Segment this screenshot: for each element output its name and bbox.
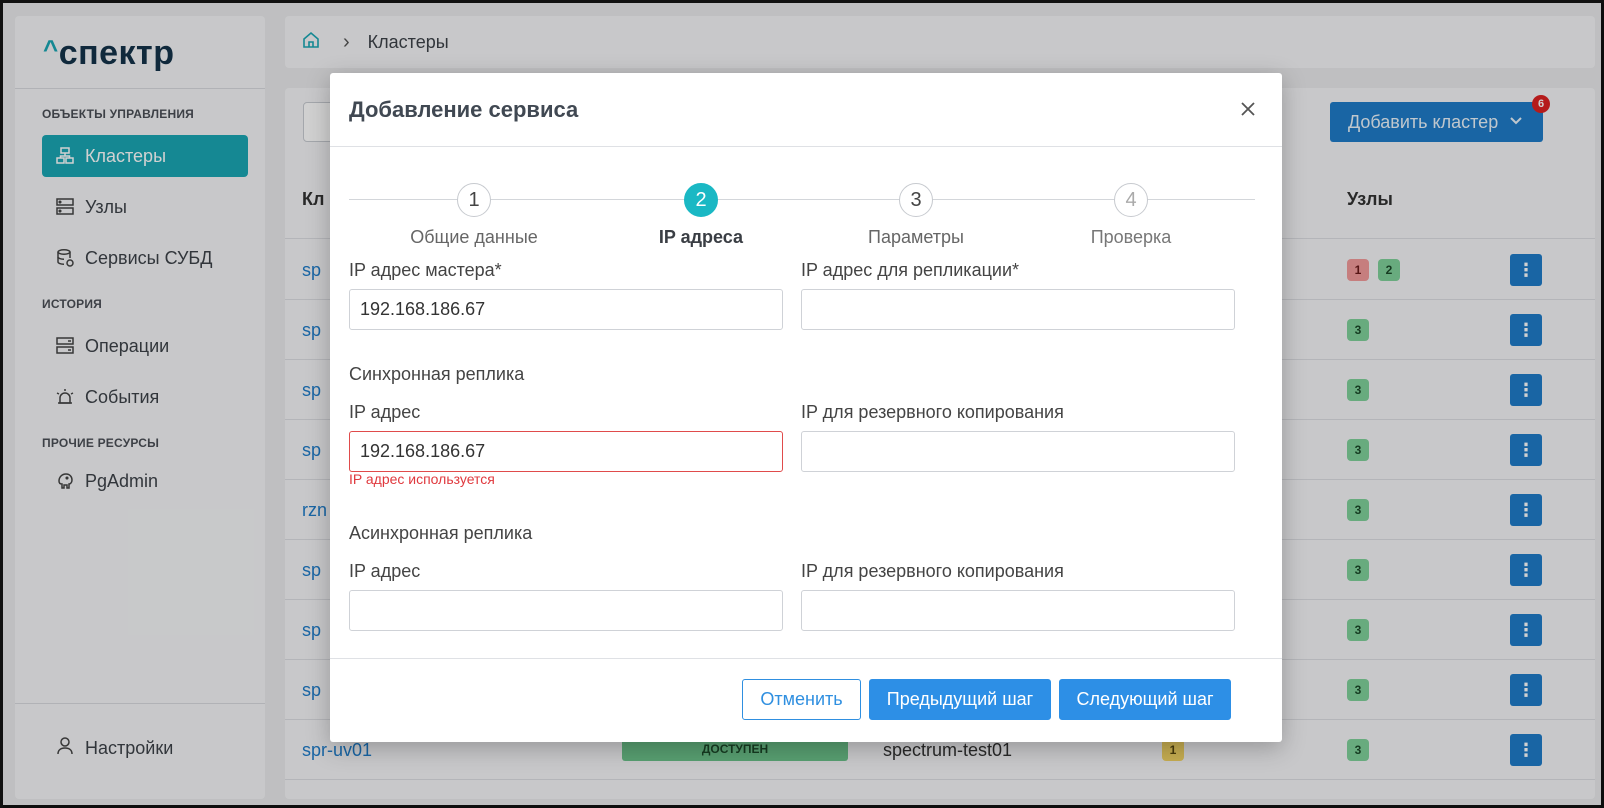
replication-ip-label: IP адрес для репликации* [801, 260, 1020, 280]
modal-footer: Отменить Предыдущий шаг Следующий шаг [330, 658, 1282, 742]
stepper: 1 Общие данные 2 IP адреса 3 Параметры 4… [349, 183, 1255, 253]
step-1[interactable]: 1 Общие данные [374, 183, 574, 248]
sync-ip-error: IP адрес используется [349, 471, 495, 487]
step-number: 3 [899, 183, 933, 217]
step-number: 4 [1114, 183, 1148, 217]
master-ip-label: IP адрес мастера* [349, 260, 502, 280]
add-service-modal: Добавление сервиса 1 Общие данные 2 IP а… [330, 73, 1282, 742]
step-label: Параметры [868, 227, 964, 247]
step-number: 1 [457, 183, 491, 217]
modal-header: Добавление сервиса [330, 73, 1282, 147]
async-backup-label: IP для резервного копирования [801, 561, 1064, 581]
async-ip-label: IP адрес [349, 561, 421, 581]
step-label: IP адреса [658, 227, 744, 247]
step-number: 2 [684, 183, 718, 217]
sync-ip-label: IP адрес [349, 402, 421, 422]
step-2[interactable]: 2 IP адреса [601, 183, 801, 248]
async-ip-input[interactable] [349, 590, 783, 631]
step-label: Общие данные [410, 227, 538, 247]
cancel-button[interactable]: Отменить [742, 679, 861, 720]
close-button[interactable] [1234, 97, 1262, 125]
step-3[interactable]: 3 Параметры [816, 183, 1016, 248]
step-4[interactable]: 4 Проверка [1031, 183, 1231, 248]
sync-ip-input[interactable]: 192.168.186.67 [349, 431, 783, 472]
async-backup-input[interactable] [801, 590, 1235, 631]
next-step-button[interactable]: Следующий шаг [1059, 679, 1231, 720]
sync-backup-input[interactable] [801, 431, 1235, 472]
master-ip-input[interactable]: 192.168.186.67 [349, 289, 783, 330]
modal-title: Добавление сервиса [349, 97, 579, 122]
previous-step-button[interactable]: Предыдущий шаг [869, 679, 1051, 720]
close-icon [1240, 101, 1256, 122]
sync-backup-label: IP для резервного копирования [801, 402, 1064, 422]
sync-replica-title: Синхронная реплика [349, 364, 525, 384]
replication-ip-input[interactable] [801, 289, 1235, 330]
async-replica-title: Асинхронная реплика [349, 523, 533, 543]
app-window: ^спектр ОБЪЕКТЫ УПРАВЛЕНИЯ Кластеры Узлы… [0, 0, 1604, 808]
step-label: Проверка [1090, 227, 1172, 247]
